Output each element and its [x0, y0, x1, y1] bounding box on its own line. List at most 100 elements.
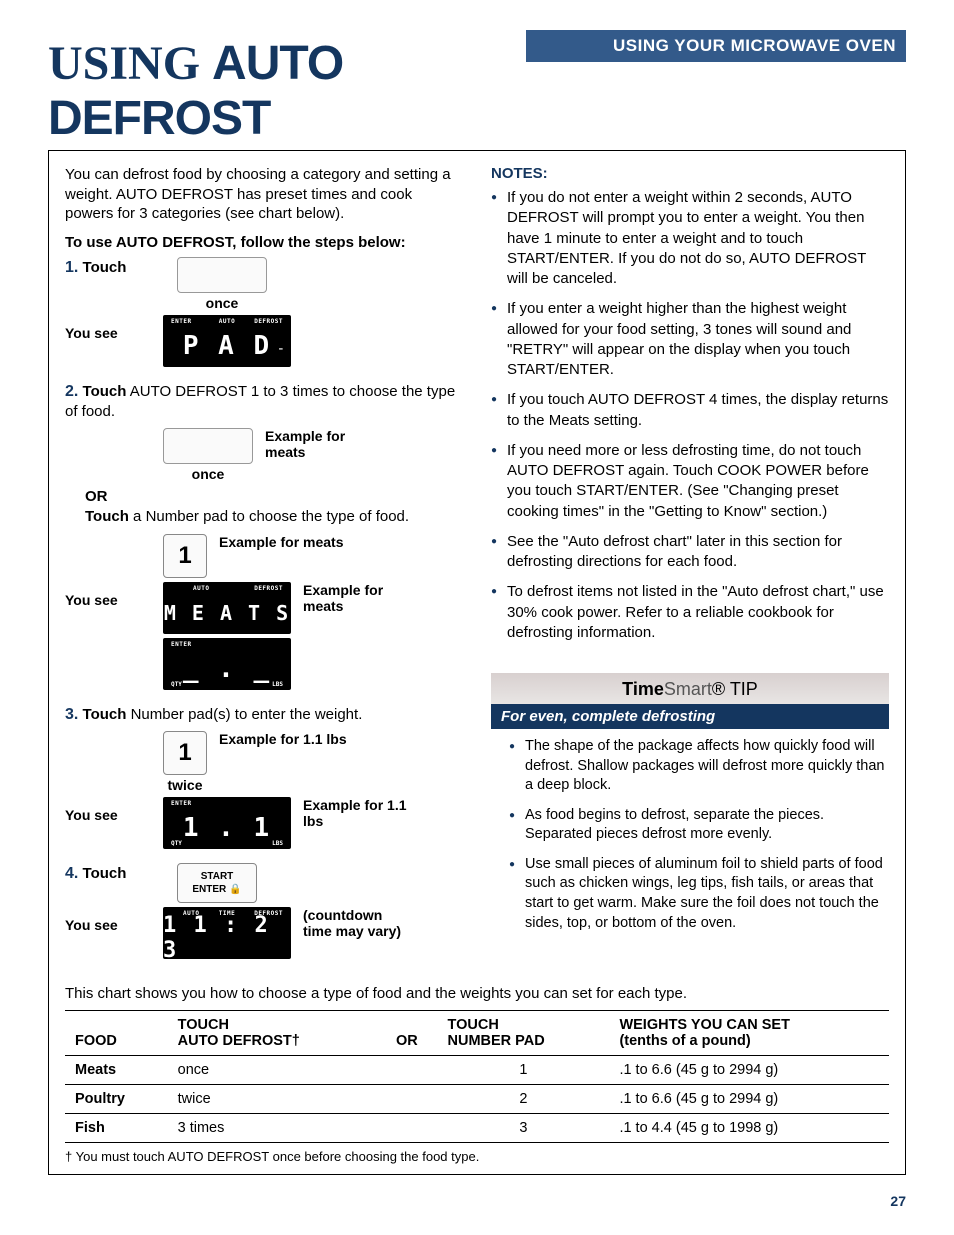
page-number: 27 [48, 1193, 906, 1209]
intro-text: You can defrost food by choosing a categ… [65, 165, 463, 224]
cell-food: Meats [65, 1056, 168, 1085]
cell-num: 2 [438, 1085, 610, 1114]
example-meats-1: Example for meats [265, 428, 375, 460]
you-see-2a: You see [65, 582, 151, 608]
content-box: You can defrost food by choosing a categ… [48, 150, 906, 1175]
dash-icon: - [277, 341, 285, 357]
table-row: Fish 3 times 3 .1 to 4.4 (45 g to 1998 g… [65, 1114, 889, 1143]
keypad-1: 1 [163, 534, 207, 578]
example-meats-3: Example for meats [303, 582, 413, 614]
footnote: † You must touch AUTO DEFROST once befor… [65, 1149, 889, 1164]
cell-weights: .1 to 6.6 (45 g to 2994 g) [609, 1085, 889, 1114]
step-1: 1. Touch once You see ENTER [65, 257, 463, 367]
cell-or [376, 1114, 437, 1143]
note-item: If you do not enter a weight within 2 se… [491, 188, 889, 289]
display-countdown: AUTO TIME DEFROST 1 1 : 2 3 [163, 907, 291, 959]
example-11lbs-2: Example for 1.1 lbs [303, 797, 413, 829]
section-header: USING YOUR MICROWAVE OVEN [526, 30, 906, 62]
th-weights: WEIGHTS YOU CAN SET (tenths of a pound) [609, 1011, 889, 1056]
you-see-3: You see [65, 797, 151, 823]
note-item: If you enter a weight higher than the hi… [491, 299, 889, 380]
auto-defrost-button-2 [163, 428, 253, 464]
th-line2: AUTO DEFROST† [178, 1033, 300, 1049]
display-weight-prompt: ENTER _ . _ QTY LBS [163, 638, 291, 690]
cell-or [376, 1056, 437, 1085]
auto-defrost-button [177, 257, 267, 293]
once-label: once [206, 295, 239, 311]
tip-head: TimeSmart® TIP [491, 673, 889, 704]
table-row: Meats once 1 .1 to 6.6 (45 g to 2994 g) [65, 1056, 889, 1085]
ind-enter-3: ENTER [171, 800, 192, 807]
ind-qty: QTY [171, 681, 182, 688]
th-line3: TOUCH [448, 1017, 499, 1033]
note-item: If you need more or less defrosting time… [491, 441, 889, 522]
tip-brand-3: ® TIP [712, 679, 758, 699]
start-label: START [201, 871, 234, 882]
cell-or [376, 1085, 437, 1114]
cell-touch1: 3 times [168, 1114, 377, 1143]
step-4-num: 4. [65, 865, 78, 882]
step-2: 2. Touch AUTO DEFROST 1 to 3 times to ch… [65, 381, 463, 690]
left-column: You can defrost food by choosing a categ… [65, 165, 463, 973]
note-item: If you touch AUTO DEFROST 4 times, the d… [491, 390, 889, 431]
th-number-pad: TOUCH NUMBER PAD [438, 1011, 610, 1056]
enter-label: ENTER [192, 884, 226, 895]
display-text-pad: P A D [163, 329, 291, 363]
ind-defrost: DEFROST [254, 318, 283, 325]
notes-list: If you do not enter a weight within 2 se… [491, 188, 889, 643]
th-line4: NUMBER PAD [448, 1033, 545, 1049]
cell-weights: .1 to 6.6 (45 g to 2994 g) [609, 1056, 889, 1085]
lock-icon: 🔒 [229, 884, 241, 895]
th-line1: TOUCH [178, 1017, 229, 1033]
ind-enter-2: ENTER [171, 641, 192, 648]
cell-num: 1 [438, 1056, 610, 1085]
display-meats: AUTO DEFROST M E A T S [163, 582, 291, 634]
notes-heading: NOTES: [491, 165, 889, 182]
defrost-chart: FOOD TOUCH AUTO DEFROST† OR TOUCH NUMBER… [65, 1010, 889, 1143]
step-3-rest: Number pad(s) to enter the weight. [126, 706, 362, 723]
you-see-1: You see [65, 315, 151, 341]
ind-auto-2: AUTO [193, 585, 209, 592]
example-11lbs: Example for 1.1 lbs [219, 731, 347, 747]
ind-enter: ENTER [171, 318, 192, 325]
chart-intro: This chart shows you how to choose a typ… [65, 985, 889, 1002]
once-label-2: once [192, 466, 225, 482]
cell-touch1: once [168, 1056, 377, 1085]
step-2-num: 2. [65, 383, 78, 400]
display-11: ENTER 1 . 1 QTY LBS [163, 797, 291, 849]
cell-num: 3 [438, 1114, 610, 1143]
example-meats-2: Example for meats [219, 534, 344, 550]
table-row: Poultry twice 2 .1 to 6.6 (45 g to 2994 … [65, 1085, 889, 1114]
th-auto-defrost: TOUCH AUTO DEFROST† [168, 1011, 377, 1056]
display-pad: ENTER AUTO DEFROST P A D - [163, 315, 291, 367]
tip-brand-1: Time [622, 679, 664, 699]
th-food: FOOD [65, 1011, 168, 1056]
keypad-1b: 1 [163, 731, 207, 775]
tip-item: Use small pieces of aluminum foil to shi… [509, 855, 885, 933]
step-3-num: 3. [65, 706, 78, 723]
step-4: 4. Touch START ENTER 🔒 You see [65, 863, 463, 959]
tip-subhead: For even, complete defrosting [491, 704, 889, 729]
cell-weights: .1 to 4.4 (45 g to 1998 g) [609, 1114, 889, 1143]
display-text-meats: M E A T S [163, 596, 291, 630]
tip-item: As food begins to defrost, separate the … [509, 806, 885, 845]
ind-lbs-2: LBS [272, 840, 283, 847]
steps-intro: To use AUTO DEFROST, follow the steps be… [65, 234, 463, 251]
cell-food: Fish [65, 1114, 168, 1143]
tip-brand-2: Smart [664, 679, 712, 699]
twice-label: twice [167, 777, 202, 793]
tip-item: The shape of the package affects how qui… [509, 737, 885, 796]
tips-list: The shape of the package affects how qui… [509, 737, 885, 933]
display-text-countdown: 1 1 : 2 3 [163, 921, 291, 955]
right-column: NOTES: If you do not enter a weight with… [491, 165, 889, 973]
cell-touch1: twice [168, 1085, 377, 1114]
you-see-4: You see [65, 907, 151, 933]
step-4-touch: Touch [83, 865, 127, 882]
step-3: 3. Touch Number pad(s) to enter the weig… [65, 704, 463, 850]
step-3-touch: Touch [83, 706, 127, 723]
step-2-touch: Touch [83, 383, 127, 400]
step-1-num: 1. [65, 259, 78, 276]
start-enter-button: START ENTER 🔒 [177, 863, 257, 903]
countdown-note: (countdown time may vary) [303, 907, 413, 939]
th-or: OR [376, 1011, 437, 1056]
